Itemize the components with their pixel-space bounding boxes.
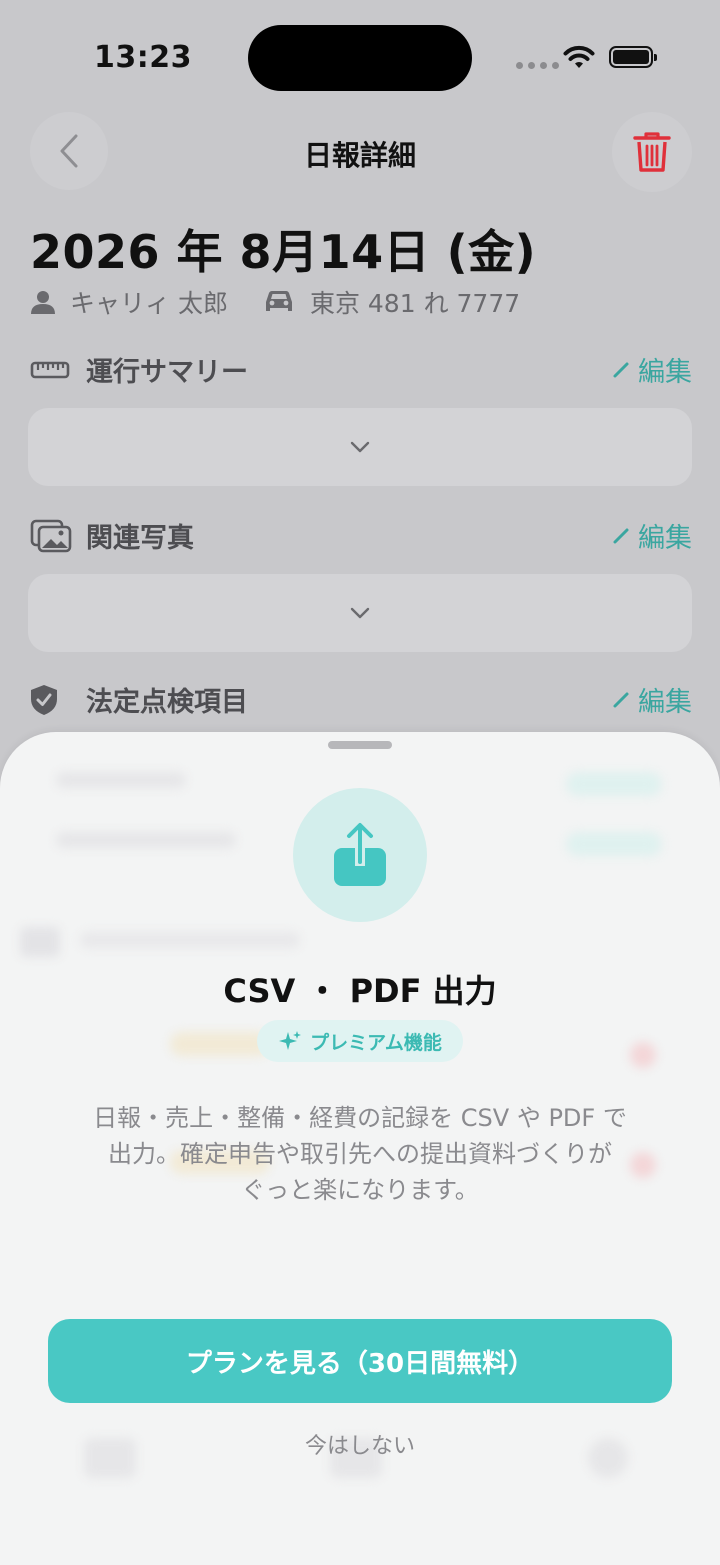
vehicle-plate: 東京 481 れ 7777 [309,289,521,318]
pencil-icon [613,528,629,543]
premium-upsell-sheet: CSV ・ PDF 出力 プレミアム機能 日報・売上・整備・経費の記録を CSV… [0,732,720,1565]
sparkles-icon [279,1031,302,1050]
premium-badge-label: プレミアム機能 [310,1031,442,1054]
section-title: 運行サマリー [86,357,248,388]
shield-check-icon [30,684,74,716]
battery-icon [609,46,657,68]
section-legal-inspection: 法定点検項目 編集 [30,680,692,719]
report-date: 2026 年 8月14日 (金) [30,225,537,279]
sheet-title: CSV ・ PDF 出力 [223,972,497,1010]
driver-name: キャリィ 太郎 [70,289,228,318]
summary-expand-toggle[interactable] [28,408,692,486]
status-bar: 13:23 [0,0,720,110]
edit-inspection-button[interactable]: 編集 [612,680,692,719]
ruler-icon [30,359,74,381]
not-now-button[interactable]: 今はしない [0,1428,720,1460]
share-export-icon [334,823,386,886]
section-related-photos: 関連写真 編集 [30,516,692,555]
section-title: 法定点検項目 [86,687,248,718]
delete-button[interactable] [612,112,692,192]
dynamic-island [248,25,472,91]
chevron-down-icon [350,607,370,619]
premium-badge: プレミアム機能 [257,1020,463,1062]
section-title: 関連写真 [86,523,194,554]
edit-summary-button[interactable]: 編集 [612,350,692,389]
person-icon [30,289,56,315]
pencil-icon [613,362,629,377]
edit-photos-button[interactable]: 編集 [612,516,692,555]
car-icon [262,289,296,315]
section-operation-summary: 運行サマリー 編集 [30,350,692,389]
status-time: 13:23 [94,40,192,75]
view-plans-button[interactable]: プランを見る（30日間無料） [48,1319,672,1403]
photos-icon [30,519,74,553]
trash-icon [633,132,671,172]
photos-expand-toggle[interactable] [28,574,692,652]
chevron-down-icon [350,441,370,453]
sheet-description: 日報・売上・整備・経費の記録を CSV や PDF で 出力。確定申告や取引先へ… [93,1104,627,1204]
cellular-signal-icon [516,62,559,69]
pencil-icon [613,692,629,707]
export-hero [293,788,427,922]
sheet-grabber[interactable] [328,741,392,749]
report-meta: キャリィ 太郎 東京 481 れ 7777 [30,284,520,320]
wifi-icon [563,45,595,68]
